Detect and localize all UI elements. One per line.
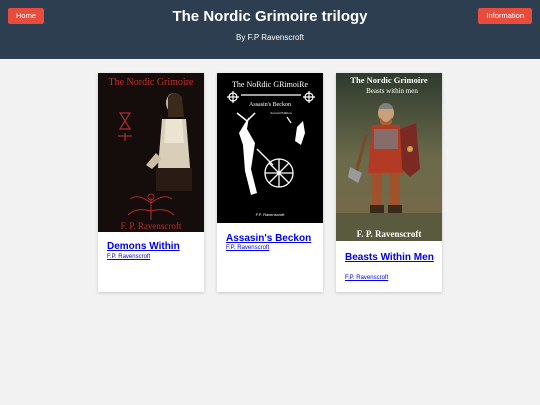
page-subtitle: By F.P Ravenscroft: [236, 33, 304, 42]
cover-author-text: F. P. Ravenscroft: [357, 229, 422, 239]
book-author-link[interactable]: F.P. Ravenscroft: [226, 245, 318, 251]
cover-subtitle-text: Beasts within men: [366, 87, 418, 95]
book-cover-image[interactable]: The Nordic Grimoire F. P. Ravenscroft: [98, 73, 204, 232]
information-button[interactable]: Information: [478, 8, 532, 24]
book-title-link[interactable]: Demons Within: [107, 241, 199, 253]
cover-author-text: F. P. Ravenscroft: [121, 221, 182, 231]
book-card-demons-within: The Nordic Grimoire F. P. Ravenscroft De…: [98, 73, 204, 292]
book-title-link[interactable]: Assasin's Beckon: [226, 233, 318, 245]
book-cover-image[interactable]: The NoRdic GRimoiRe Assasin's Beckon Sec…: [217, 73, 323, 223]
cover-subtitle-text: Assasin's Beckon: [249, 102, 291, 108]
book-card-assasins-beckon: The NoRdic GRimoiRe Assasin's Beckon Sec…: [217, 73, 323, 292]
cover-series-text: The Nordic Grimoire: [350, 75, 427, 85]
book-author-link[interactable]: F.P. Ravenscroft: [107, 254, 199, 260]
book-cover-image[interactable]: The Nordic Grimoire Beasts within men F.…: [336, 73, 442, 241]
cover-series-text: The Nordic Grimoire: [109, 77, 195, 88]
book-card-beasts-within-men: The Nordic Grimoire Beasts within men F.…: [336, 73, 442, 292]
page-title: The Nordic Grimoire trilogy: [172, 8, 368, 25]
cover-series-text: The NoRdic GRimoiRe: [232, 80, 308, 89]
cover-author-text: F.P. Ravenscroft: [256, 212, 286, 217]
cover-edition-text: Second Edition: [270, 111, 292, 115]
book-author-link[interactable]: F.P. Ravenscroft: [345, 275, 437, 281]
book-title-link[interactable]: Beasts Within Men: [345, 252, 437, 264]
site-header: Home The Nordic Grimoire trilogy By F.P …: [0, 0, 540, 59]
